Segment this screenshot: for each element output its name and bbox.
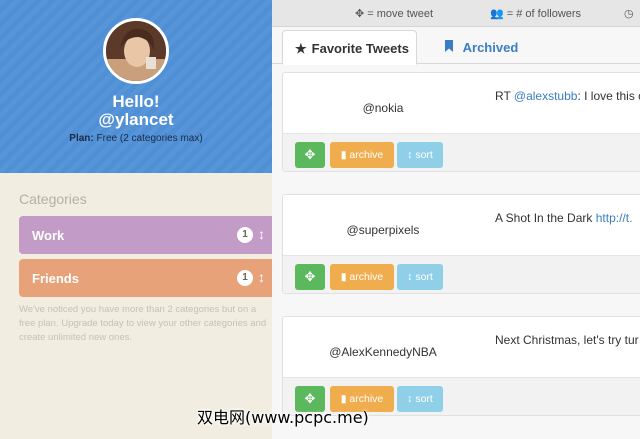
bookmark-icon: ▮ <box>340 149 347 161</box>
tweet-actions: ✥ ▮ archive ↕ sort <box>283 133 640 171</box>
sort-button[interactable]: ↕ sort <box>397 142 443 168</box>
category-friends[interactable]: Friends 1 ↕ <box>19 259 272 297</box>
tweet-text: RT @alexstubb: I love this c <box>495 89 640 103</box>
archive-label: archive <box>349 149 384 161</box>
greeting: Hello! <box>112 92 160 111</box>
tab-bar: ★ Favorite Tweets Archived <box>272 27 640 65</box>
category-work[interactable]: Work 1 ↕ <box>19 216 272 254</box>
move-icon: ✥ <box>304 269 316 284</box>
avatar-photo <box>106 21 166 81</box>
plan-label: Plan: <box>69 133 94 144</box>
clock-icon: ◷ <box>624 8 634 20</box>
tweet-card: @nokia RT @alexstubb: I love this c ✥ ▮ … <box>282 72 640 172</box>
sidebar: Hello! @ylancet Plan: Free (2 categories… <box>0 0 272 439</box>
profile-header: Hello! @ylancet Plan: Free (2 categories… <box>0 0 272 173</box>
tweet-text-prefix: RT <box>495 89 514 103</box>
legend-followers-text: = # of followers <box>506 8 582 20</box>
tweet-text-prefix: A Shot In the Dark <box>495 211 596 225</box>
sort-label: sort <box>415 271 433 283</box>
tweet-link[interactable]: http://t. <box>596 211 633 225</box>
move-button[interactable]: ✥ <box>295 142 325 168</box>
tab-favorite-tweets[interactable]: ★ Favorite Tweets <box>282 30 417 65</box>
sort-label: sort <box>415 393 433 405</box>
sort-button[interactable]: ↕ sort <box>397 386 443 412</box>
category-count-badge: 1 <box>237 270 253 286</box>
tweet-actions: ✥ ▮ archive ↕ sort <box>283 255 640 293</box>
category-label: Work <box>32 228 65 243</box>
main-panel: ✥ = move tweet 👥 = # of followers ◷ ★ Fav… <box>272 0 640 439</box>
star-icon: ★ <box>295 41 307 56</box>
tweet-user[interactable]: @nokia <box>283 101 483 115</box>
tweet-card: @superpixels A Shot In the Dark http://t… <box>282 194 640 294</box>
tweet-link[interactable]: @alexstubb <box>514 89 578 103</box>
tab-archived[interactable]: Archived <box>432 30 530 65</box>
tweet-text-suffix: : I love this c <box>577 89 640 103</box>
sort-button[interactable]: ↕ sort <box>397 264 443 290</box>
legend-move: ✥ = move tweet <box>355 7 433 20</box>
archive-button[interactable]: ▮ archive <box>330 142 394 168</box>
tab-label: Archived <box>462 40 519 55</box>
move-icon: ✥ <box>355 8 365 20</box>
drag-handle-icon[interactable]: ↕ <box>258 226 265 242</box>
bookmark-icon: ▮ <box>340 271 347 283</box>
tweet-user[interactable]: @AlexKennedyNBA <box>283 345 483 359</box>
tweet-text-prefix: Next Christmas, let's try tur <box>495 333 639 347</box>
legend-move-text: = move tweet <box>367 8 434 20</box>
tweet-text: A Shot In the Dark http://t. <box>495 211 632 225</box>
tweet-text: Next Christmas, let's try tur <box>495 333 639 347</box>
category-label: Friends <box>32 271 79 286</box>
users-icon: 👥 <box>490 8 504 20</box>
plan-value: Free (2 categories max) <box>96 133 203 144</box>
watermark: 双电网(www.pcpc.me) <box>197 408 369 427</box>
legend-bar: ✥ = move tweet 👥 = # of followers ◷ <box>272 0 640 27</box>
archive-button[interactable]: ▮ archive <box>330 264 394 290</box>
upgrade-note: We've noticed you have more than 2 categ… <box>19 304 267 343</box>
archive-label: archive <box>349 271 384 283</box>
tweet-card: @AlexKennedyNBA Next Christmas, let's tr… <box>282 316 640 416</box>
categories-heading: Categories <box>19 191 87 207</box>
sort-icon: ↕ <box>407 271 413 283</box>
legend-followers: 👥 = # of followers <box>490 7 581 20</box>
username: @ylancet <box>98 110 174 129</box>
sort-icon: ↕ <box>407 393 413 405</box>
sort-label: sort <box>415 149 433 161</box>
avatar[interactable] <box>103 18 169 84</box>
category-count-badge: 1 <box>237 227 253 243</box>
sort-icon: ↕ <box>407 149 413 161</box>
tab-label: Favorite Tweets <box>311 41 409 56</box>
plan-info: Plan: Free (2 categories max) <box>0 133 272 144</box>
bookmark-icon <box>444 40 458 55</box>
tweet-user[interactable]: @superpixels <box>283 223 483 237</box>
move-button[interactable]: ✥ <box>295 264 325 290</box>
move-icon: ✥ <box>304 147 316 162</box>
drag-handle-icon[interactable]: ↕ <box>258 269 265 285</box>
